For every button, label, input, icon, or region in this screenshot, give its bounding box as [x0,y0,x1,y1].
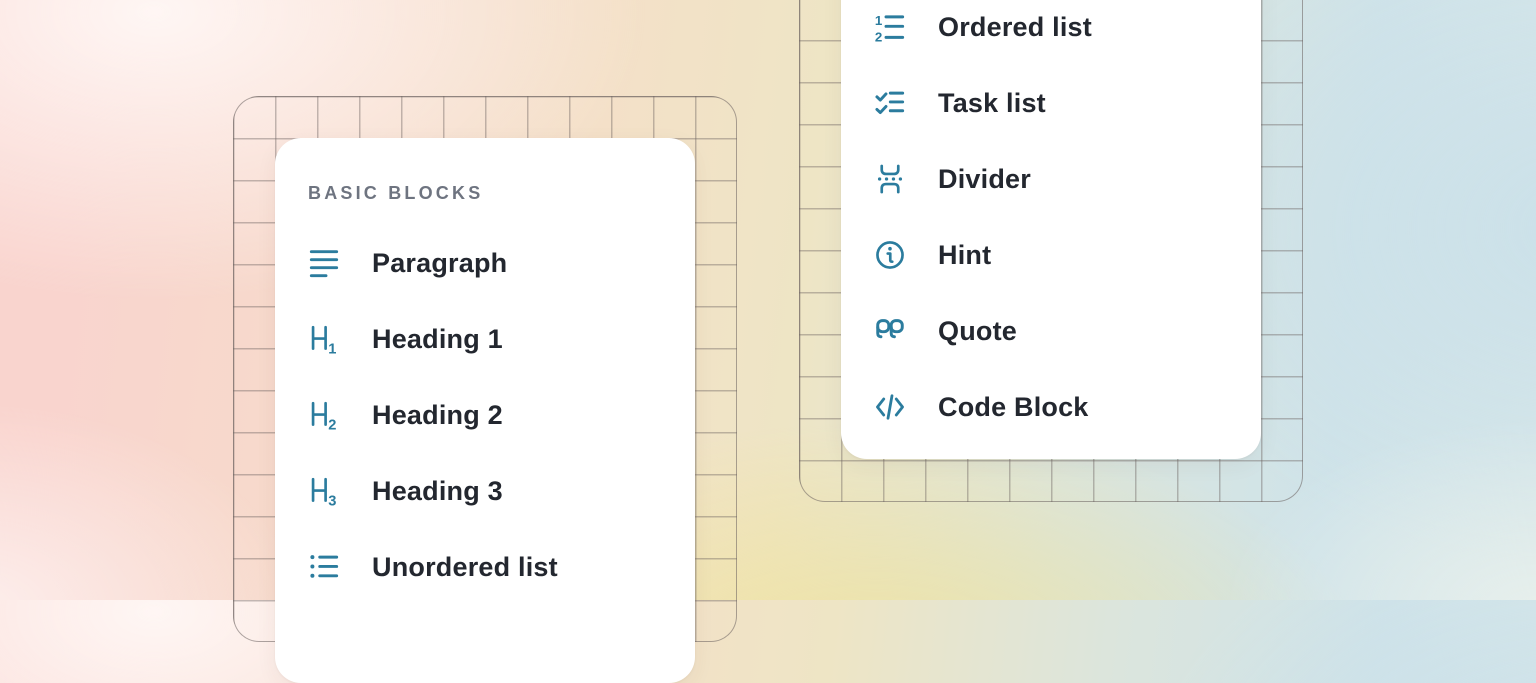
menu-item-heading-3[interactable]: 3 Heading 3 [275,453,695,529]
ordered-list-icon: 12 [874,11,906,43]
menu-item-unordered-list[interactable]: Unordered list [275,529,695,605]
menu-item-label: Heading 3 [372,476,503,507]
svg-text:1: 1 [328,341,336,355]
menu-item-code-block[interactable]: Code Block [841,369,1261,445]
menu-item-heading-1[interactable]: 1 Heading 1 [275,301,695,377]
menu-item-label: Ordered list [938,12,1092,43]
quote-icon [874,315,906,347]
menu-item-quote[interactable]: Quote [841,293,1261,369]
menu-item-label: Paragraph [372,248,507,279]
menu-item-label: Divider [938,164,1031,195]
menu-item-label: Hint [938,240,991,271]
code-block-icon [874,391,906,423]
unordered-list-icon [308,551,340,583]
blocks-menu-continued-items: 12 Ordered list Task list Divider Hint Q… [841,0,1261,445]
divider-icon [874,163,906,195]
heading-2-icon: 2 [308,399,340,431]
menu-item-label: Task list [938,88,1046,119]
menu-item-label: Code Block [938,392,1089,423]
menu-item-paragraph[interactable]: Paragraph [275,225,695,301]
menu-item-task-list[interactable]: Task list [841,65,1261,141]
menu-item-label: Unordered list [372,552,558,583]
blocks-menu-continued: 12 Ordered list Task list Divider Hint Q… [841,0,1261,459]
menu-item-hint[interactable]: Hint [841,217,1261,293]
section-title-basic-blocks: BASIC BLOCKS [308,180,695,206]
heading-1-icon: 1 [308,323,340,355]
task-list-icon [874,87,906,119]
paragraph-icon [308,247,340,279]
svg-text:2: 2 [328,417,336,431]
menu-item-label: Quote [938,316,1017,347]
heading-3-icon: 3 [308,475,340,507]
svg-text:3: 3 [328,493,336,507]
menu-item-label: Heading 1 [372,324,503,355]
menu-item-heading-2[interactable]: 2 Heading 2 [275,377,695,453]
menu-item-label: Heading 2 [372,400,503,431]
hint-icon [874,239,906,271]
svg-text:2: 2 [875,30,882,43]
svg-text:1: 1 [875,13,883,28]
menu-item-ordered-list[interactable]: 12 Ordered list [841,0,1261,65]
basic-blocks-menu: BASIC BLOCKS Paragraph 1 Heading 1 2 Hea… [275,138,695,683]
menu-item-divider[interactable]: Divider [841,141,1261,217]
basic-blocks-menu-items: Paragraph 1 Heading 1 2 Heading 2 3 Head… [275,225,695,605]
